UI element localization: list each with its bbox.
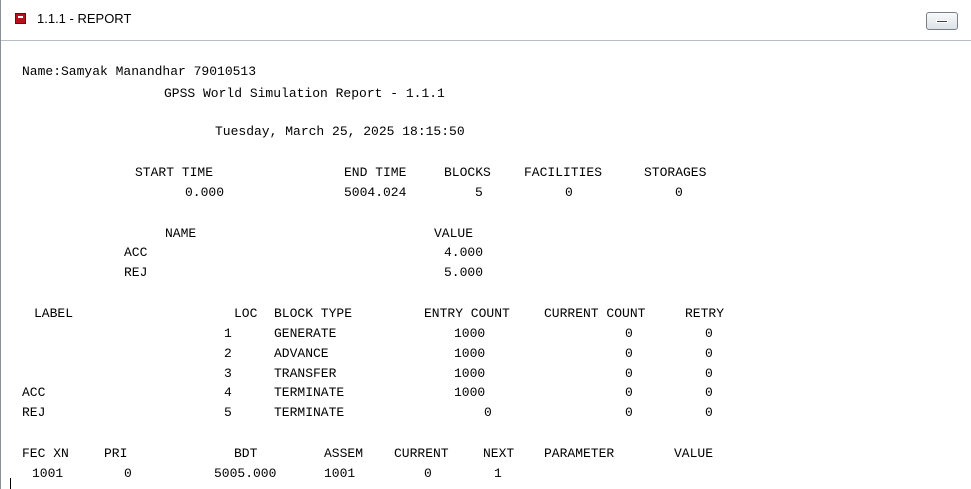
summary-header-facilities: FACILITIES [524,165,603,180]
block-type: TERMINATE [274,405,345,420]
summary-value-blocks: 5 [475,185,483,200]
block-entry-count: 1000 [454,346,486,361]
block-current-count: 0 [625,346,633,361]
fec-header-current: CURRENT [394,446,449,461]
report-window: 1.1.1 - REPORT Name:Samyak Manandhar 790… [0,0,971,489]
block-type: ADVANCE [274,346,329,361]
minimize-button[interactable] [926,12,958,30]
fec-header-value: VALUE [674,446,714,461]
fec-xn: 1001 [32,466,64,481]
report-timestamp: Tuesday, March 25, 2025 18:15:50 [215,124,465,139]
name-cell: ACC [124,245,148,260]
block-type: TRANSFER [274,366,337,381]
summary-value-end-time: 5004.024 [344,185,407,200]
block-current-count: 0 [625,326,633,341]
block-entry-count: 1000 [454,326,486,341]
app-icon [15,13,26,24]
names-header-value: VALUE [434,226,474,241]
block-entry-count: 1000 [454,385,486,400]
summary-header-blocks: BLOCKS [444,165,491,180]
blocks-header-retry: RETRY [685,306,725,321]
window-title: 1.1.1 - REPORT [37,11,132,26]
blocks-header-block-type: BLOCK TYPE [274,306,353,321]
value-cell: 5.000 [444,265,484,280]
blocks-header-entry-count: ENTRY COUNT [424,306,510,321]
block-current-count: 0 [625,405,633,420]
report-title: GPSS World Simulation Report - 1.1.1 [164,86,445,101]
fec-pri: 0 [124,466,132,481]
fec-header-next: NEXT [483,446,515,461]
fec-assem: 1001 [324,466,356,481]
summary-value-start-time: 0.000 [185,185,225,200]
blocks-header-loc: LOC [234,306,258,321]
summary-value-facilities: 0 [565,185,573,200]
summary-value-storages: 0 [675,185,683,200]
fec-current: 0 [424,466,432,481]
title-bar[interactable]: 1.1.1 - REPORT [1,0,971,41]
block-entry-count: 1000 [454,366,486,381]
block-entry-count: 0 [484,405,492,420]
fec-header-assem: ASSEM [324,446,364,461]
block-retry: 0 [705,385,713,400]
block-loc: 2 [224,346,232,361]
block-retry: 0 [705,405,713,420]
summary-header-storages: STORAGES [644,165,707,180]
summary-header-start-time: START TIME [135,165,214,180]
block-retry: 0 [705,326,713,341]
blocks-header-label: LABEL [34,306,74,321]
block-label: REJ [22,405,46,420]
block-type: TERMINATE [274,385,345,400]
text-cursor [10,478,11,489]
value-cell: 4.000 [444,245,484,260]
fec-header-bdt: BDT [234,446,258,461]
block-current-count: 0 [625,366,633,381]
fec-header-xn: FEC XN [22,446,69,461]
fec-header-pri: PRI [104,446,128,461]
summary-header-end-time: END TIME [344,165,407,180]
block-loc: 4 [224,385,232,400]
fec-bdt: 5005.000 [214,466,277,481]
block-retry: 0 [705,346,713,361]
blocks-header-current-count: CURRENT COUNT [544,306,646,321]
name-cell: REJ [124,265,148,280]
block-current-count: 0 [625,385,633,400]
names-header-name: NAME [165,226,197,241]
block-loc: 3 [224,366,232,381]
block-type: GENERATE [274,326,337,341]
block-retry: 0 [705,366,713,381]
fec-next: 1 [494,466,502,481]
fec-header-parameter: PARAMETER [544,446,615,461]
block-loc: 1 [224,326,232,341]
block-loc: 5 [224,405,232,420]
block-label: ACC [22,385,46,400]
name-line: Name:Samyak Manandhar 79010513 [22,64,257,79]
